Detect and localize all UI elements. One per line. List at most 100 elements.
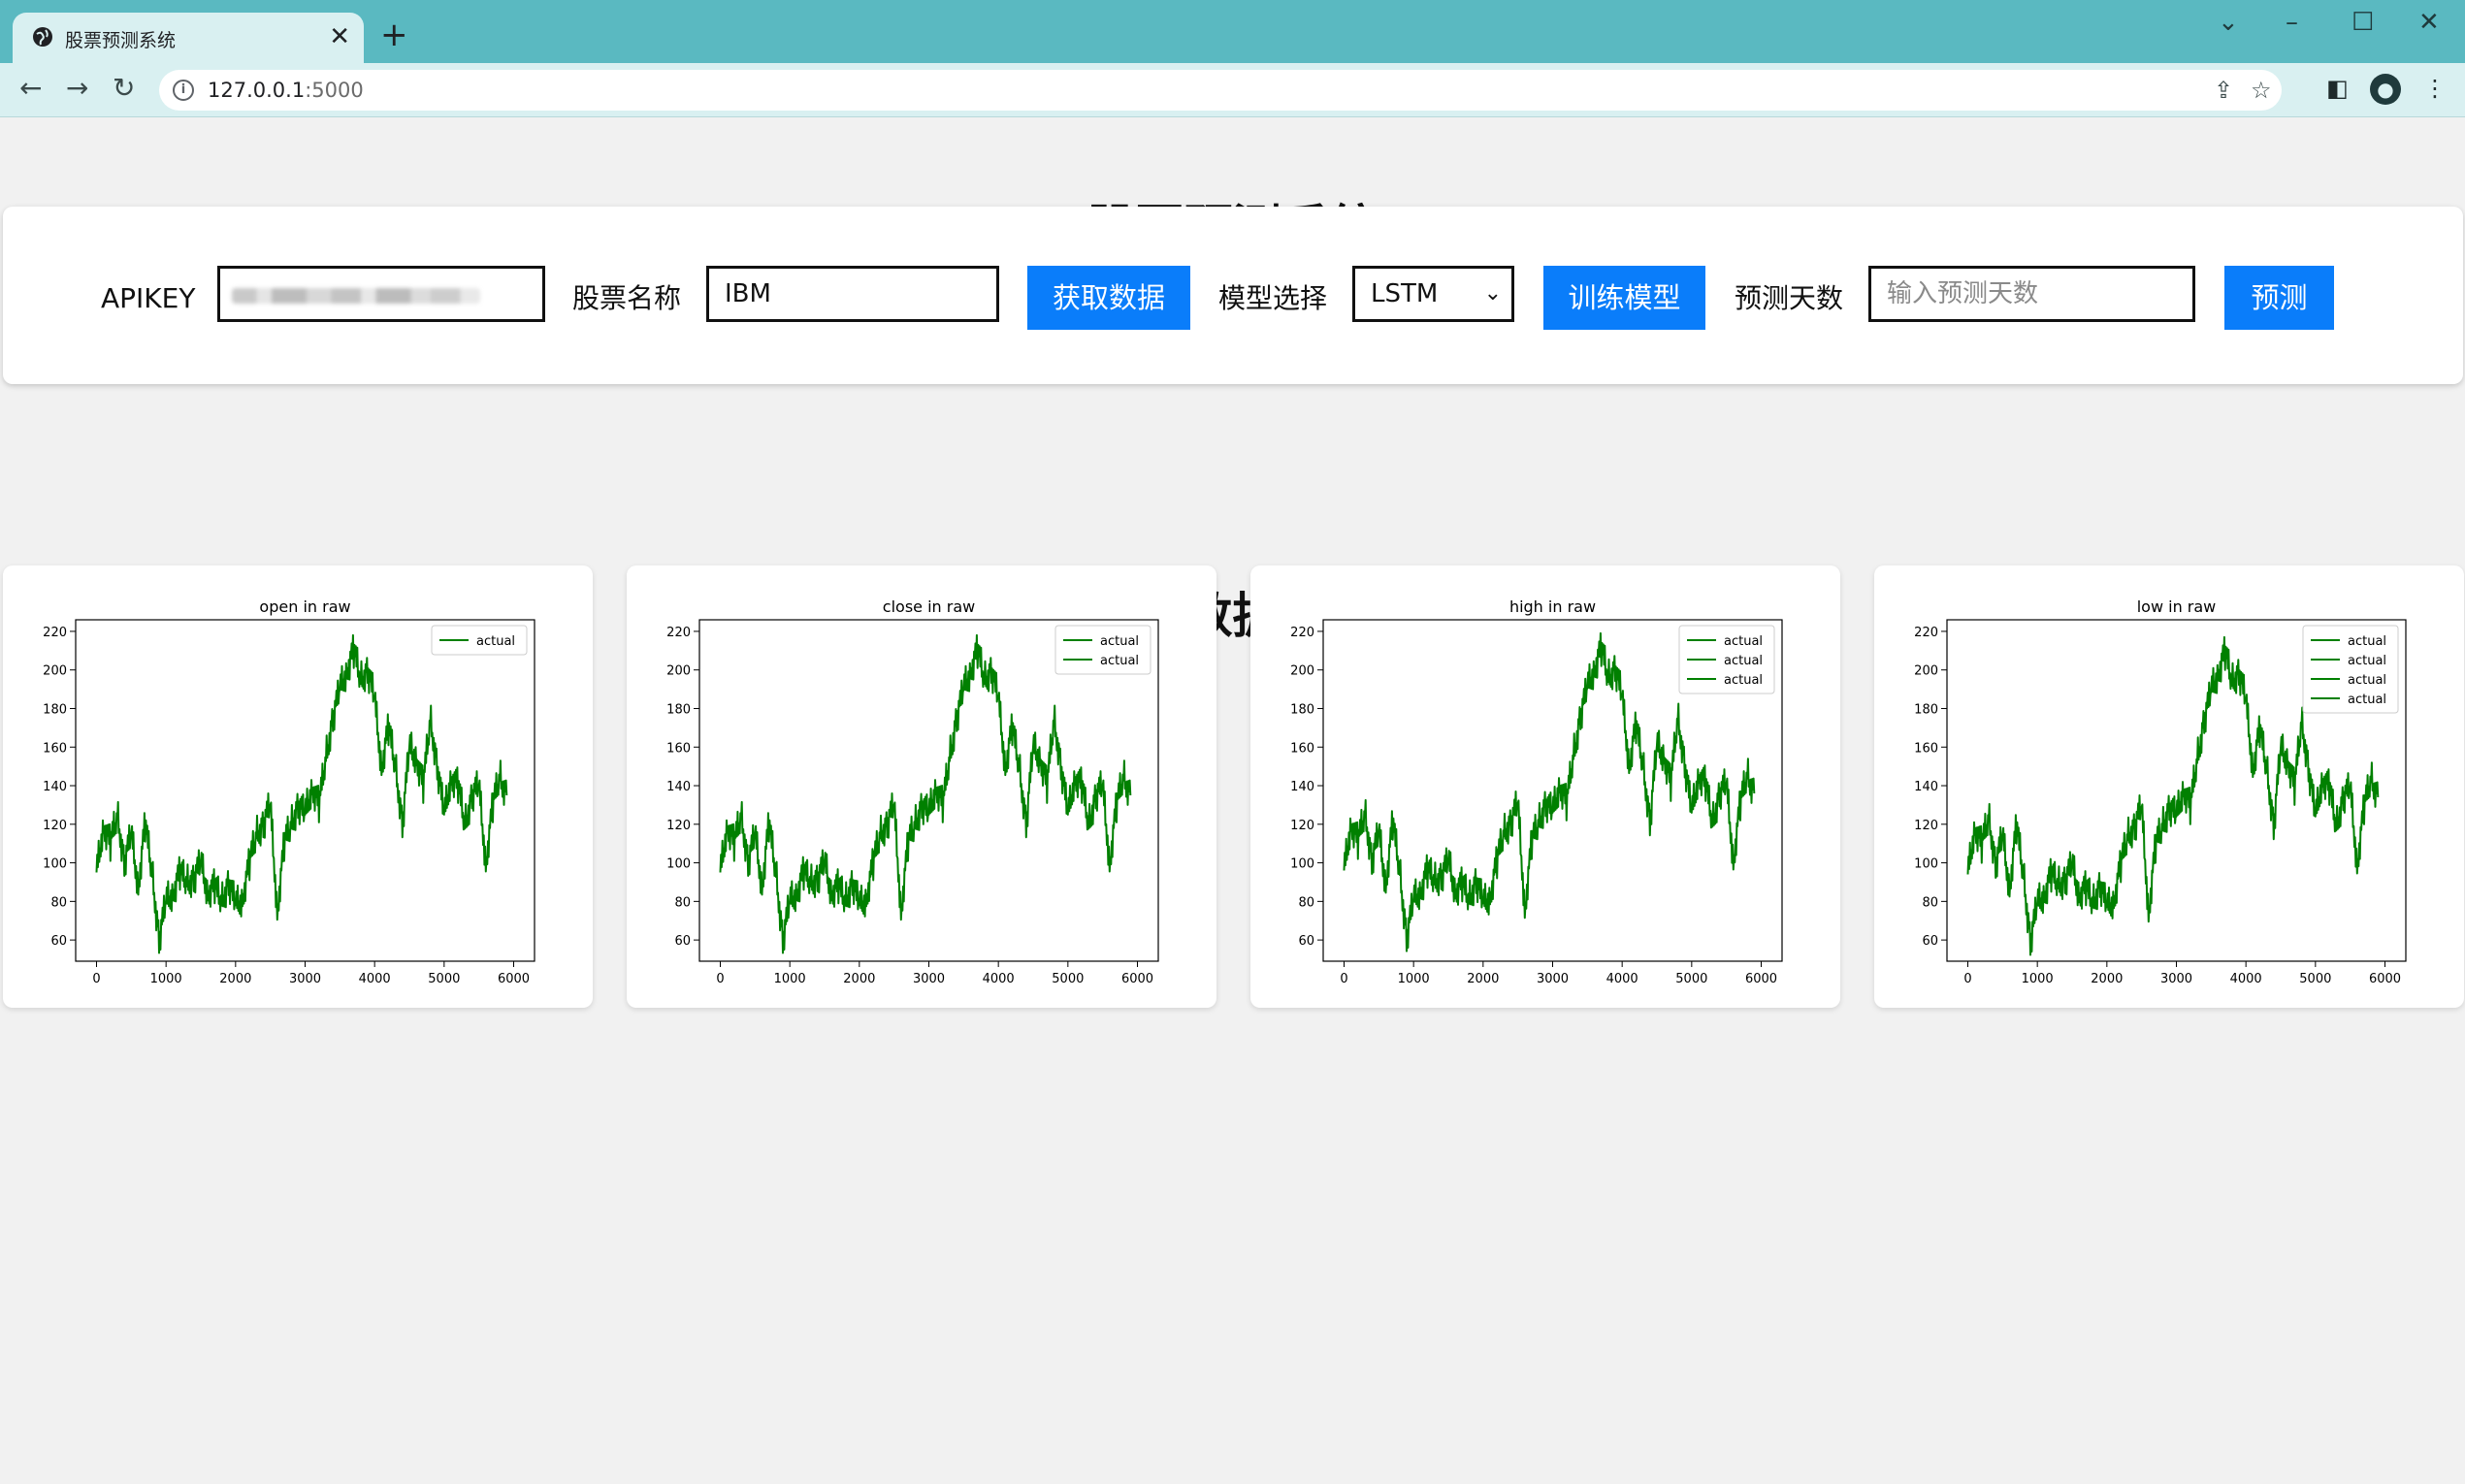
- fetch-data-button[interactable]: 获取数据: [1027, 266, 1190, 330]
- model-select-label: 模型选择: [1218, 282, 1328, 314]
- y-tick-label: 120: [1290, 819, 1314, 833]
- predict-days-input[interactable]: 输入预测天数: [1868, 266, 2195, 322]
- y-tick-label: 100: [1290, 857, 1314, 872]
- tab-search-icon[interactable]: ⌄: [2218, 8, 2239, 37]
- train-model-button[interactable]: 训练模型: [1543, 266, 1705, 330]
- model-select[interactable]: LSTM ⌄: [1352, 266, 1514, 322]
- browser-tab[interactable]: 股票预测系统 ✕: [13, 13, 364, 63]
- y-tick-label: 200: [1290, 664, 1314, 679]
- model-select-value: LSTM: [1371, 279, 1439, 308]
- y-tick-label: 100: [43, 857, 67, 872]
- legend-label: actual: [2348, 693, 2386, 707]
- y-tick-label: 180: [43, 702, 67, 717]
- series-line-actual: [719, 633, 1132, 954]
- chart-open: open in raw 0 1000 2000 3000 4000 5000 6000 60 80…: [43, 597, 535, 986]
- stock-name-label: 股票名称: [572, 282, 682, 314]
- chart-card-open: open in raw 0 1000 2000 3000 4000 5000 6000 60 80…: [3, 565, 593, 1008]
- legend-label: actual: [476, 634, 515, 649]
- y-tick-label: 220: [43, 626, 67, 640]
- chevron-down-icon: ⌄: [1483, 281, 1502, 306]
- reload-icon[interactable]: ↻: [113, 73, 135, 104]
- y-tick-label: 220: [1914, 626, 1938, 640]
- x-tick-label: 4000: [1606, 972, 1638, 986]
- x-tick-label: 4000: [2230, 972, 2262, 986]
- y-tick-label: 80: [50, 895, 67, 910]
- url-host: 127.0.0.1: [208, 79, 306, 102]
- share-icon[interactable]: ⇪: [2214, 76, 2233, 105]
- y-tick-label: 160: [1290, 741, 1314, 756]
- x-tick-label: 1000: [1398, 972, 1430, 986]
- y-tick-label: 80: [1922, 895, 1938, 910]
- info-icon[interactable]: i: [173, 80, 194, 101]
- y-tick-label: 120: [43, 819, 67, 833]
- x-tick-label: 6000: [1745, 972, 1777, 986]
- legend-label: actual: [2348, 673, 2386, 688]
- y-tick-label: 180: [666, 702, 691, 717]
- apikey-input[interactable]: [217, 266, 545, 322]
- url-text: 127.0.0.1:5000: [208, 79, 364, 102]
- forward-icon[interactable]: →: [66, 73, 88, 104]
- x-tick-label: 1000: [2022, 972, 2054, 986]
- y-tick-label: 200: [1914, 664, 1938, 679]
- stock-name-input[interactable]: IBM: [706, 266, 999, 322]
- x-tick-label: 5000: [2299, 972, 2331, 986]
- profile-avatar-icon[interactable]: ●: [2370, 74, 2401, 105]
- y-tick-label: 80: [674, 895, 691, 910]
- legend-label: actual: [1100, 634, 1139, 649]
- tab-title: 股票预测系统: [65, 30, 177, 51]
- legend-label: actual: [1724, 654, 1763, 668]
- y-tick-label: 140: [43, 780, 67, 794]
- x-tick-label: 6000: [2369, 972, 2401, 986]
- chart-title: low in raw: [2137, 597, 2217, 616]
- y-tick-label: 160: [43, 741, 67, 756]
- x-tick-label: 5000: [428, 972, 460, 986]
- x-tick-label: 6000: [498, 972, 530, 986]
- address-bar[interactable]: i 127.0.0.1:5000 ⇪ ☆: [159, 70, 2282, 111]
- maximize-icon[interactable]: ☐: [2351, 8, 2374, 37]
- predict-days-placeholder: 输入预测天数: [1887, 279, 2039, 308]
- x-tick-label: 2000: [2091, 972, 2123, 986]
- x-tick-label: 1000: [150, 972, 182, 986]
- chart-title: close in raw: [883, 597, 975, 616]
- new-tab-button[interactable]: +: [380, 17, 408, 52]
- x-tick-label: 3000: [2160, 972, 2192, 986]
- back-icon[interactable]: ←: [19, 73, 42, 104]
- legend-label: actual: [1100, 654, 1139, 668]
- y-tick-label: 140: [1914, 780, 1938, 794]
- close-window-icon[interactable]: ✕: [2418, 8, 2440, 37]
- browser-titlebar: 股票预测系统 ✕ + ⌄ – ☐ ✕: [0, 0, 2465, 63]
- chart-title: open in raw: [259, 597, 350, 616]
- chart-card-high: high in raw 0 1000 2000 3000 4000 5000 6000 60 80…: [1250, 565, 1840, 1008]
- y-tick-label: 140: [666, 780, 691, 794]
- y-tick-label: 80: [1298, 895, 1314, 910]
- x-tick-label: 5000: [1052, 972, 1084, 986]
- x-tick-label: 0: [1963, 972, 1971, 986]
- x-tick-label: 4000: [359, 972, 391, 986]
- url-port: :5000: [305, 79, 364, 102]
- legend-label: actual: [2348, 654, 2386, 668]
- x-tick-label: 0: [1340, 972, 1347, 986]
- predict-button[interactable]: 预测: [2224, 266, 2334, 330]
- minimize-icon[interactable]: –: [2286, 8, 2298, 37]
- chart-card-close: close in raw 0 1000 2000 3000 4000 5000 6000 60 8…: [627, 565, 1216, 1008]
- chart-close: close in raw 0 1000 2000 3000 4000 5000 6000 60 8…: [666, 597, 1159, 986]
- legend-label: actual: [1724, 634, 1763, 649]
- chart-low: low in raw 0 1000 2000 3000 4000 5000 6000 60 80 1…: [1914, 597, 2407, 986]
- y-tick-label: 140: [1290, 780, 1314, 794]
- x-tick-label: 0: [716, 972, 724, 986]
- y-tick-label: 100: [1914, 857, 1938, 872]
- close-tab-icon[interactable]: ✕: [329, 22, 350, 51]
- chart-high: high in raw 0 1000 2000 3000 4000 5000 6000 60 80…: [1290, 597, 1783, 986]
- chart-title: high in raw: [1509, 597, 1596, 616]
- y-tick-label: 60: [50, 934, 67, 949]
- y-tick-label: 60: [674, 934, 691, 949]
- bookmark-star-icon[interactable]: ☆: [2251, 76, 2272, 105]
- side-panel-icon[interactable]: ◧: [2326, 74, 2349, 103]
- series-line-actual: [95, 633, 508, 954]
- x-tick-label: 5000: [1675, 972, 1707, 986]
- x-tick-label: 3000: [289, 972, 321, 986]
- x-tick-label: 4000: [983, 972, 1015, 986]
- x-tick-label: 2000: [219, 972, 251, 986]
- y-tick-label: 160: [666, 741, 691, 756]
- menu-kebab-icon[interactable]: ⋮: [2423, 74, 2447, 103]
